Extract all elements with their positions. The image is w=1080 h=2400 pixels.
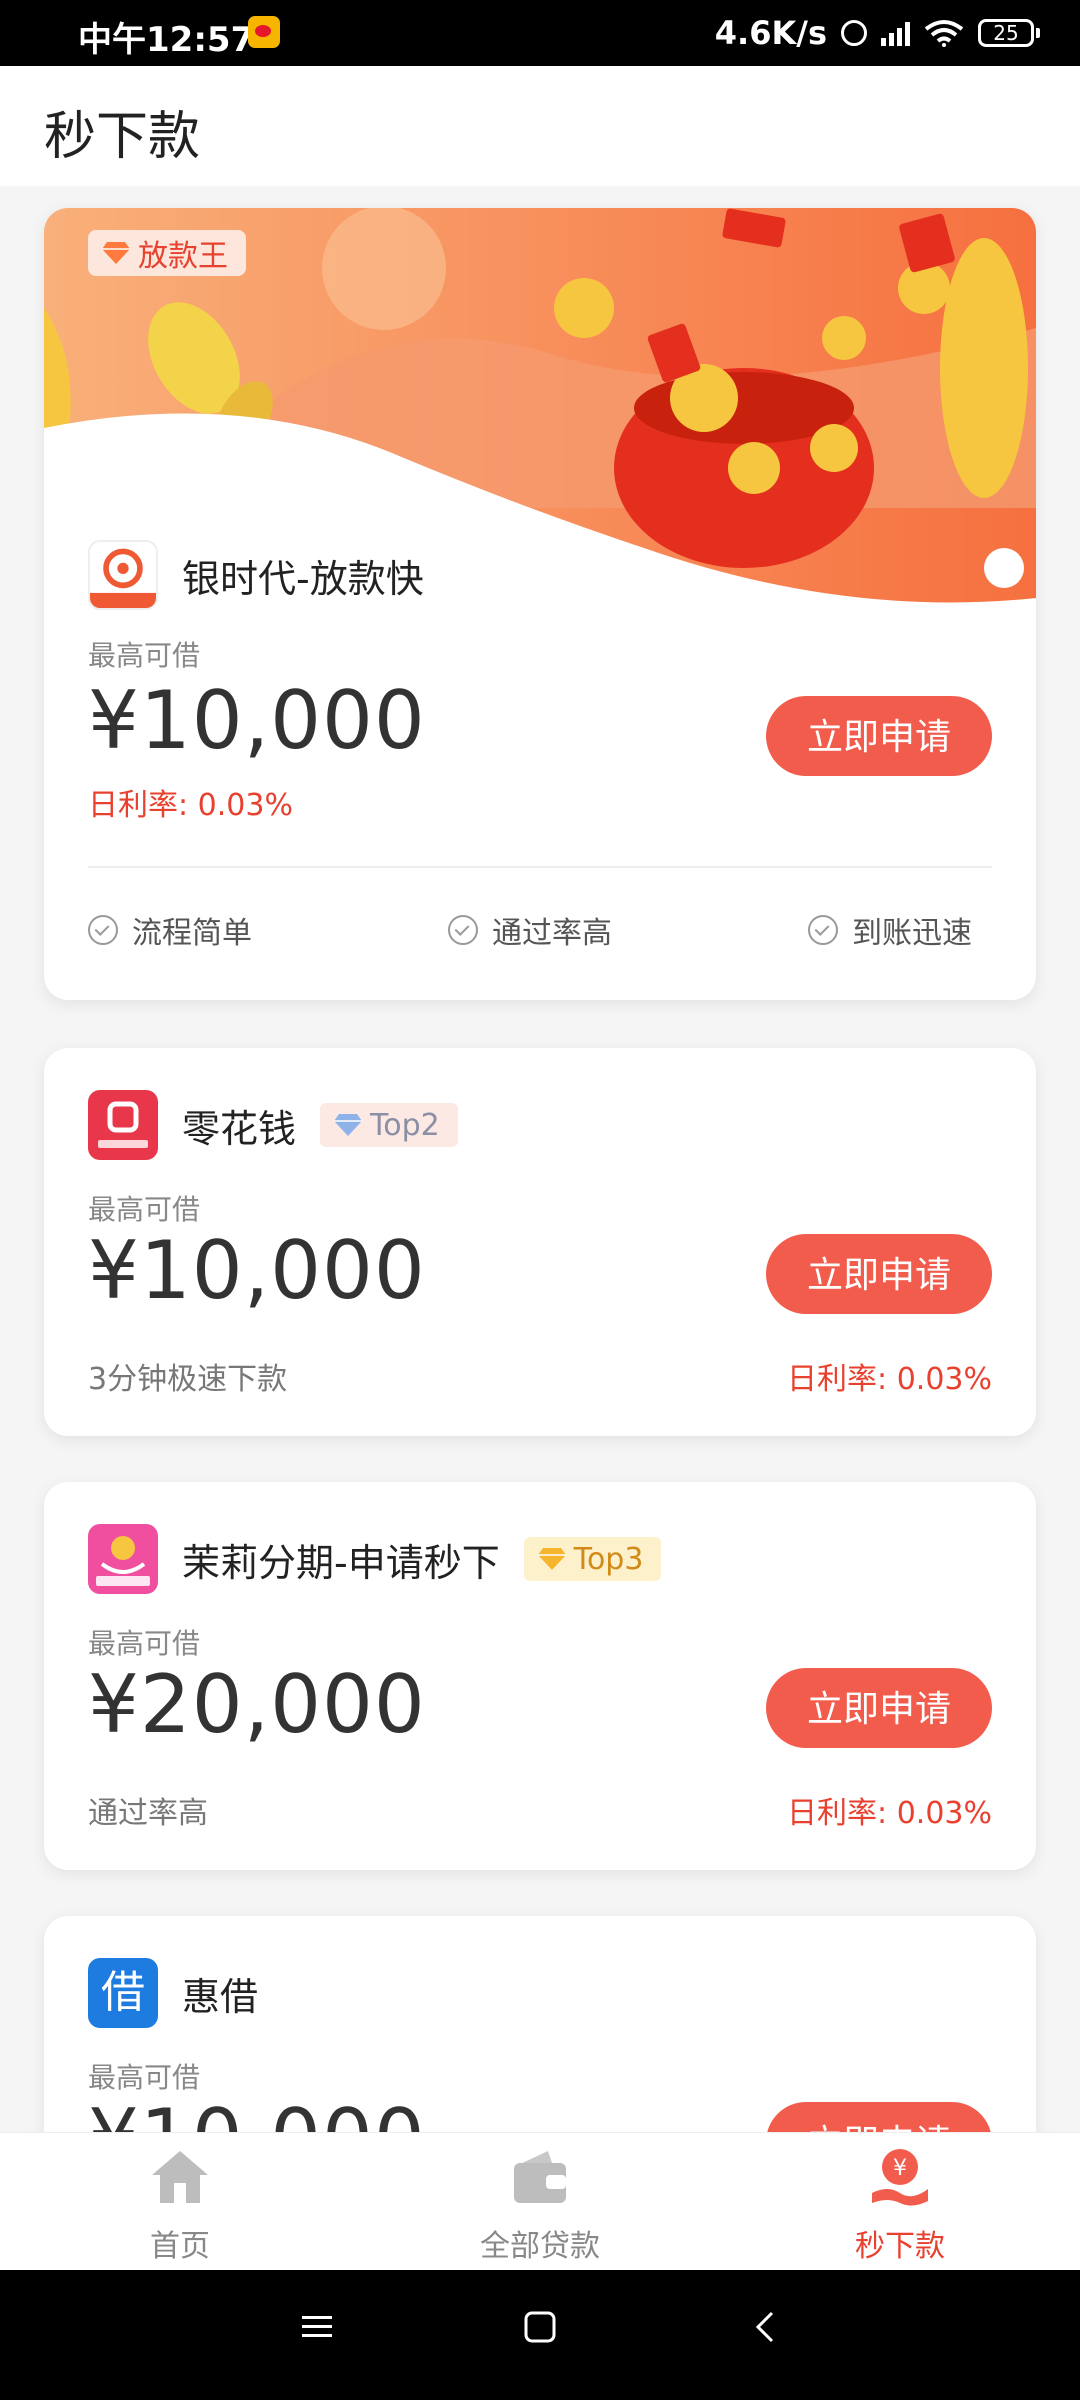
loan-name: 茉莉分期-申请秒下 — [182, 1540, 500, 1585]
loan-name: 零花钱 — [182, 1106, 297, 1151]
loan-subtitle: 通过率高 — [88, 1796, 208, 1831]
nav-label: 秒下款 — [855, 2229, 945, 2264]
network-speed: 4.6K/s — [714, 14, 827, 52]
feature-label: 流程简单 — [132, 916, 252, 951]
top-badge: Top2 — [320, 1103, 458, 1147]
back-icon[interactable] — [750, 2310, 784, 2344]
bottom-nav: 首页 全部贷款 ¥ 秒下款 — [0, 2132, 1080, 2271]
nav-quick-loan[interactable]: ¥ 秒下款 — [720, 2133, 1080, 2271]
nav-home[interactable]: 首页 — [0, 2133, 360, 2271]
loan-card-featured[interactable]: 放款王 银时代-放款快 最高可借 ¥10,000 立即申请 日利率: 0.03%… — [44, 208, 1036, 1000]
daily-rate: 日利率: 0.03% — [787, 1362, 992, 1397]
loan-amount: ¥20,000 — [88, 1658, 426, 1751]
feature-label: 通过率高 — [492, 916, 612, 951]
svg-text:¥: ¥ — [893, 2156, 907, 2181]
apply-button[interactable]: 立即申请 — [766, 1234, 992, 1314]
huijie-logo-text: 借 — [101, 1967, 145, 2018]
app-header: 秒下款 — [0, 66, 1080, 186]
loan-subtitle: 3分钟极速下款 — [88, 1362, 288, 1397]
huijie-logo: 借 — [88, 1958, 158, 2028]
brand-row: 茉莉分期-申请秒下 Top3 — [88, 1524, 662, 1594]
yinshidai-logo — [88, 540, 158, 610]
molifenqi-logo — [88, 1524, 158, 1594]
status-right: 4.6K/s 25 — [715, 10, 1040, 56]
limit-label: 最高可借 — [88, 639, 201, 672]
loan-card[interactable]: 借 惠借 最高可借 ¥10,000 立即申请 — [44, 1916, 1036, 2132]
loan-card[interactable]: 零花钱 Top2 最高可借 ¥10,000 立即申请 3分钟极速下款 日利率: … — [44, 1048, 1036, 1436]
fangkuanwang-badge: 放款王 — [88, 230, 246, 276]
daily-rate: 日利率: 0.03% — [88, 788, 293, 823]
nav-label: 全部贷款 — [480, 2229, 600, 2264]
apply-button[interactable]: 立即申请 — [766, 2102, 992, 2132]
gem-icon — [537, 1548, 566, 1570]
alarm-icon — [841, 20, 867, 46]
limit-label: 最高可借 — [88, 2061, 201, 2094]
limit-label: 最高可借 — [88, 1627, 201, 1660]
status-bar: 中午12:57 4.6K/s 25 — [0, 0, 1080, 66]
loan-amount: ¥10,000 — [88, 1224, 426, 1317]
wifi-icon — [924, 20, 964, 47]
menu-icon[interactable] — [300, 2310, 334, 2344]
yuan-hand-icon: ¥ — [872, 2149, 928, 2206]
check-circle-icon — [88, 915, 118, 945]
brand-row: 银时代-放款快 — [88, 540, 424, 610]
system-nav-bar — [0, 2270, 1080, 2400]
daily-rate: 日利率: 0.03% — [787, 1796, 992, 1831]
loan-list[interactable]: 放款王 银时代-放款快 最高可借 ¥10,000 立即申请 日利率: 0.03%… — [0, 186, 1080, 2132]
weibo-icon — [248, 16, 280, 48]
feature-label: 到账迅速 — [852, 916, 972, 951]
gem-icon — [102, 242, 130, 264]
status-time: 中午12:57 — [78, 20, 255, 60]
badge-label: 放款王 — [138, 239, 228, 274]
loan-name: 银时代-放款快 — [182, 556, 424, 601]
loan-amount: ¥10,000 — [88, 674, 426, 767]
home-square-icon[interactable] — [523, 2310, 557, 2344]
signal-icon — [881, 20, 910, 46]
divider — [88, 866, 992, 868]
top-badge-label: Top3 — [573, 1541, 644, 1577]
gem-icon — [334, 1114, 363, 1136]
linghuaqian-logo — [88, 1090, 158, 1160]
check-circle-icon — [808, 915, 838, 945]
page-title: 秒下款 — [44, 107, 201, 167]
loan-amount: ¥10,000 — [88, 2092, 426, 2132]
limit-label: 最高可借 — [88, 1193, 201, 1226]
brand-row: 借 惠借 — [88, 1958, 258, 2028]
loan-name: 惠借 — [182, 1974, 259, 2019]
apply-button[interactable]: 立即申请 — [766, 696, 992, 776]
apply-button[interactable]: 立即申请 — [766, 1668, 992, 1748]
nav-all-loans[interactable]: 全部贷款 — [360, 2133, 720, 2271]
battery-level: 25 — [978, 19, 1034, 47]
home-icon — [152, 2151, 208, 2203]
brand-row: 零花钱 Top2 — [88, 1090, 458, 1160]
top-badge-label: Top2 — [370, 1107, 440, 1143]
feature-item: 通过率高 — [448, 908, 612, 952]
feature-item: 到账迅速 — [808, 908, 972, 952]
feature-item: 流程简单 — [88, 908, 252, 952]
wallet-icon — [514, 2151, 566, 2203]
top-badge: Top3 — [523, 1537, 662, 1581]
battery-icon: 25 — [978, 19, 1040, 47]
nav-label: 首页 — [150, 2229, 210, 2264]
loan-card[interactable]: 茉莉分期-申请秒下 Top3 最高可借 ¥20,000 立即申请 通过率高 日利… — [44, 1482, 1036, 1870]
check-circle-icon — [448, 915, 478, 945]
